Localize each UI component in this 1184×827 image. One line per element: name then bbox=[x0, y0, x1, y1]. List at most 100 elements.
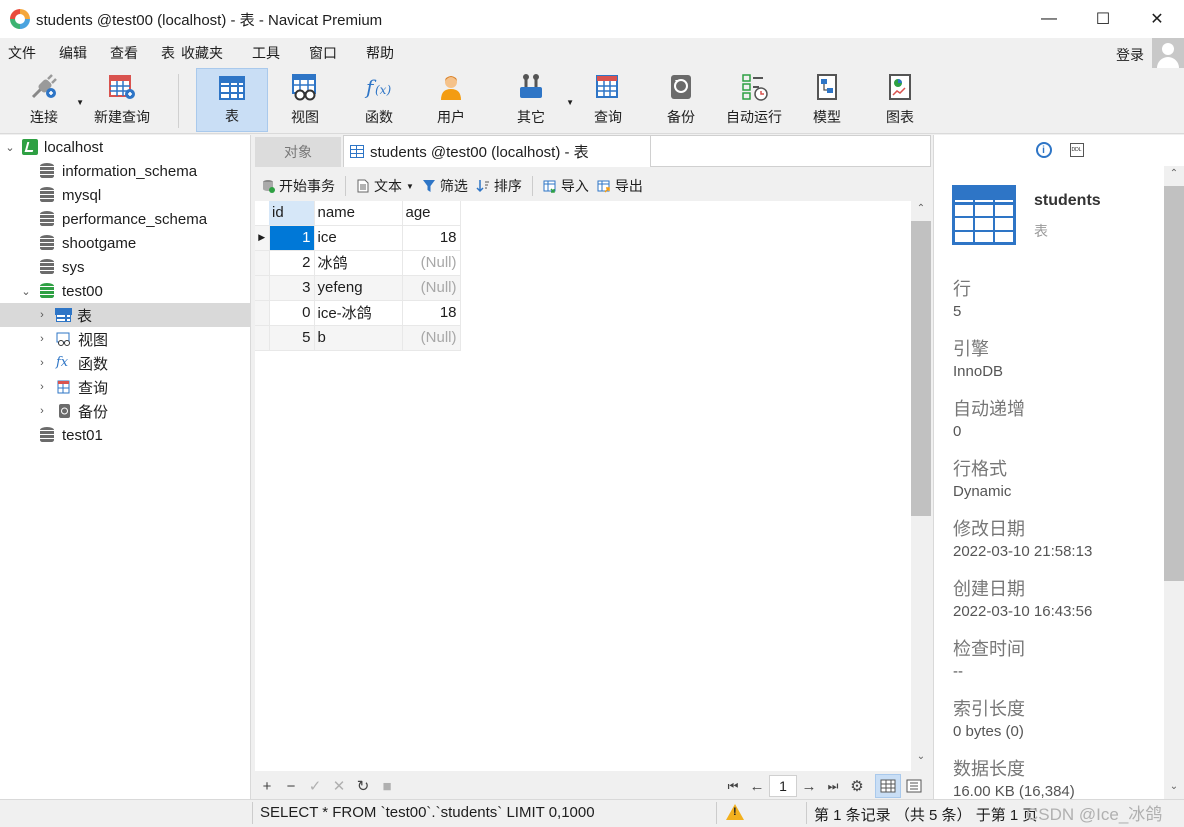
next-page-button[interactable]: → bbox=[797, 778, 821, 795]
menu-file[interactable]: 文件 bbox=[0, 43, 45, 63]
collapse-chevron-icon[interactable]: ⌄ bbox=[20, 285, 32, 298]
tab-objects[interactable]: 对象 bbox=[255, 137, 341, 167]
page-number-input[interactable]: 1 bbox=[769, 775, 797, 797]
tree-db-shootgame[interactable]: shootgame bbox=[40, 231, 136, 255]
cell-name[interactable]: ice-冰鸽 bbox=[314, 300, 403, 326]
collapse-chevron-icon[interactable]: ⌄ bbox=[4, 141, 16, 154]
menu-view[interactable]: 查看 bbox=[96, 43, 147, 63]
login-link[interactable]: 登录 bbox=[1116, 45, 1144, 65]
begin-transaction-button[interactable]: 开始事务 bbox=[257, 176, 339, 196]
data-grid[interactable]: id name age ▶ 1 ice 18 2 冰鸽 (Null) 3 yef… bbox=[255, 201, 911, 771]
tree-db-information-schema[interactable]: information_schema bbox=[40, 159, 197, 183]
scroll-up-icon[interactable]: ⌃ bbox=[911, 203, 931, 221]
text-view-button[interactable]: 文本 ▼ bbox=[352, 176, 418, 196]
stop-button[interactable]: ■ bbox=[375, 778, 399, 795]
expand-chevron-icon[interactable]: › bbox=[36, 381, 48, 393]
tree-backups[interactable]: › 备份 bbox=[36, 399, 108, 423]
sort-button[interactable]: 排序 bbox=[472, 176, 526, 196]
cell-age[interactable]: (Null) bbox=[402, 275, 461, 301]
cell-age[interactable]: 18 bbox=[402, 225, 461, 251]
chart-button[interactable]: 图表 bbox=[868, 68, 932, 132]
column-header-name[interactable]: name bbox=[314, 201, 403, 226]
table-row[interactable]: ▶ 1 ice 18 bbox=[255, 225, 461, 251]
menu-favorites[interactable]: 收藏夹 bbox=[179, 43, 232, 63]
first-page-button[interactable]: ⏮ bbox=[721, 779, 745, 794]
grid-vertical-scrollbar[interactable]: ⌃ ⌄ bbox=[911, 201, 931, 771]
tab-students-table[interactable]: students @test00 (localhost) - 表 bbox=[343, 135, 651, 167]
form-view-button[interactable] bbox=[901, 774, 927, 798]
column-header-id[interactable]: id bbox=[269, 201, 315, 226]
other-dropdown-icon[interactable]: ▼ bbox=[566, 98, 574, 107]
delete-record-button[interactable]: − bbox=[279, 778, 303, 795]
tree-server-localhost[interactable]: ⌄ localhost bbox=[4, 135, 103, 159]
discard-changes-button[interactable]: ✕ bbox=[327, 777, 351, 795]
tree-db-sys[interactable]: sys bbox=[40, 255, 85, 279]
function-button[interactable]: f (x) 函数 bbox=[346, 68, 412, 132]
scroll-up-icon[interactable]: ⌃ bbox=[1164, 168, 1184, 184]
maximize-button[interactable]: ☐ bbox=[1076, 0, 1130, 38]
table-row[interactable]: 0 ice-冰鸽 18 bbox=[255, 300, 461, 326]
cell-age[interactable]: (Null) bbox=[402, 250, 461, 276]
import-button[interactable]: 导入 bbox=[539, 176, 593, 196]
info-vertical-scrollbar[interactable]: ⌃ ⌄ bbox=[1164, 166, 1184, 799]
grid-view-button[interactable] bbox=[875, 774, 901, 798]
view-button[interactable]: 视图 bbox=[272, 68, 338, 132]
apply-changes-button[interactable]: ✓ bbox=[303, 777, 327, 795]
export-button[interactable]: 导出 bbox=[593, 176, 647, 196]
table-row[interactable]: 2 冰鸽 (Null) bbox=[255, 250, 461, 276]
cell-name[interactable]: yefeng bbox=[314, 275, 403, 301]
table-button[interactable]: 表 bbox=[196, 68, 268, 132]
last-page-button[interactable]: ⏭ bbox=[821, 779, 845, 794]
cell-name[interactable]: ice bbox=[314, 225, 403, 251]
new-query-button[interactable]: 新建查询 bbox=[90, 68, 154, 132]
cell-id[interactable]: 0 bbox=[269, 300, 315, 326]
tree-tables[interactable]: › 表 bbox=[0, 303, 251, 327]
menu-edit[interactable]: 编辑 bbox=[45, 43, 96, 63]
refresh-button[interactable]: ↻ bbox=[351, 777, 375, 795]
prev-page-button[interactable]: ← bbox=[745, 778, 769, 795]
expand-chevron-icon[interactable]: › bbox=[36, 405, 48, 417]
menu-tools[interactable]: 工具 bbox=[232, 43, 289, 63]
menu-table[interactable]: 表 bbox=[147, 43, 179, 63]
scroll-down-icon[interactable]: ⌄ bbox=[911, 751, 931, 769]
close-button[interactable]: ✕ bbox=[1130, 0, 1184, 38]
scrollbar-thumb[interactable] bbox=[911, 221, 931, 516]
ddl-icon[interactable]: DDL bbox=[1069, 143, 1084, 157]
scroll-down-icon[interactable]: ⌄ bbox=[1164, 781, 1184, 797]
expand-chevron-icon[interactable]: › bbox=[36, 357, 48, 369]
tree-views[interactable]: › 视图 bbox=[36, 327, 108, 351]
connect-button[interactable]: 连接 ▼ bbox=[14, 68, 84, 132]
column-header-age[interactable]: age bbox=[402, 201, 461, 226]
text-dropdown-icon[interactable]: ▼ bbox=[406, 182, 414, 191]
autorun-button[interactable]: 自动运行 bbox=[722, 68, 786, 132]
menu-help[interactable]: 帮助 bbox=[346, 43, 403, 63]
warning-icon[interactable] bbox=[726, 804, 744, 820]
minimize-button[interactable]: — bbox=[1022, 0, 1076, 38]
connect-dropdown-icon[interactable]: ▼ bbox=[76, 98, 84, 107]
expand-chevron-icon[interactable]: › bbox=[36, 309, 48, 321]
query-button[interactable]: 查询 bbox=[576, 68, 640, 132]
expand-chevron-icon[interactable]: › bbox=[36, 333, 48, 345]
cell-name[interactable]: 冰鸽 bbox=[314, 250, 403, 276]
tree-db-mysql[interactable]: mysql bbox=[40, 183, 101, 207]
backup-button[interactable]: 备份 bbox=[650, 68, 712, 132]
cell-id[interactable]: 3 bbox=[269, 275, 315, 301]
model-button[interactable]: 模型 bbox=[796, 68, 858, 132]
tree-db-performance-schema[interactable]: performance_schema bbox=[40, 207, 207, 231]
cell-age[interactable]: (Null) bbox=[402, 325, 461, 351]
cell-id[interactable]: 2 bbox=[269, 250, 315, 276]
cell-age[interactable]: 18 bbox=[402, 300, 461, 326]
user-button[interactable]: 用户 bbox=[418, 68, 484, 132]
settings-gear-icon[interactable]: ⚙ bbox=[845, 777, 869, 795]
info-icon[interactable]: i bbox=[1035, 142, 1052, 158]
menu-window[interactable]: 窗口 bbox=[289, 43, 346, 63]
cell-name[interactable]: b bbox=[314, 325, 403, 351]
tree-queries[interactable]: › 查询 bbox=[36, 375, 108, 399]
user-avatar-icon[interactable] bbox=[1152, 38, 1184, 70]
tree-functions[interactable]: › fx 函数 bbox=[36, 351, 108, 375]
tree-db-test01[interactable]: test01 bbox=[40, 423, 103, 447]
filter-button[interactable]: 筛选 bbox=[418, 176, 472, 196]
tree-db-test00[interactable]: ⌄ test00 bbox=[20, 279, 102, 303]
other-button[interactable]: 其它 ▼ bbox=[498, 68, 574, 132]
cell-id[interactable]: 1 bbox=[269, 225, 315, 251]
